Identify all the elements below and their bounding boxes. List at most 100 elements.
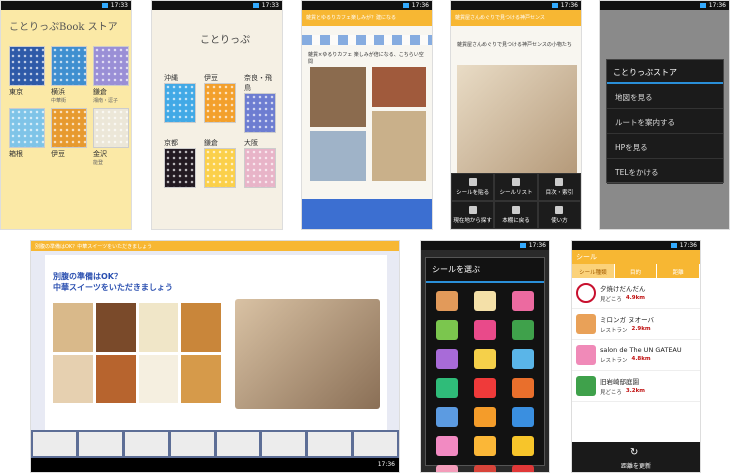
stamp-option[interactable] [474,320,496,340]
book-sub: 中華街 [51,98,67,104]
signal-icon [402,3,409,8]
stamp-option[interactable] [474,436,496,456]
seal-icon [468,178,477,186]
refresh-icon: ↻ [630,447,639,458]
spread-title: 別腹の準備はOK？ 中華スイーツをいただきましょう [53,271,173,293]
menu-item-homepage[interactable]: HPを見る [607,134,723,159]
menu-item-map[interactable]: 地図を見る [607,84,723,109]
refresh-distance-button[interactable]: ↻ 距離を更新 [572,442,700,472]
book-cover [244,148,276,188]
store-book[interactable]: 箱根 [9,108,45,166]
signal-icon [101,3,108,8]
item-distance: 4.9km [625,295,645,301]
stamp-option[interactable] [512,407,534,427]
item-distance: 2.9km [631,326,651,332]
stamp-option[interactable] [474,378,496,398]
stamp-option[interactable] [474,465,496,472]
book-cover [93,46,129,86]
stamp-option[interactable] [512,436,534,456]
store-book[interactable]: 東京 [9,46,45,104]
status-bar: 17:36 [572,241,700,250]
stamp-option[interactable] [436,407,458,427]
signal-icon [519,243,526,248]
help-button[interactable]: 使い方 [537,201,581,229]
book-sub: 能登 [93,160,104,166]
book-label: 鎌倉 [93,88,107,96]
stamp-option[interactable] [512,465,534,472]
article-header: 雑貨屋さんめぐりで見つける神戸センス [451,10,581,26]
toolbar-label: シールを貼る [456,190,490,196]
stamp-option[interactable] [512,349,534,369]
search-location-button[interactable]: 現在地から探す [451,201,495,229]
back-to-shelf-button[interactable]: 本棚に戻る [494,201,538,229]
tab-purpose[interactable]: 目的 [614,264,658,278]
stamp-option[interactable] [474,349,496,369]
seal-icon [576,283,596,303]
seal-list-button[interactable]: シールリスト [494,173,538,201]
article-photo [457,65,577,173]
tab-seal-type[interactable]: シール種類 [572,264,615,278]
stamp-option[interactable] [436,465,458,472]
shelf-book[interactable]: 鎌倉 [204,137,236,188]
food-photo-grid [53,303,221,403]
stamp-option[interactable] [436,378,458,398]
shelf-book[interactable]: 京都 [164,137,196,188]
title-line: 中華スイーツをいただきましょう [53,283,173,292]
store-book[interactable]: 伊豆 [51,108,87,166]
toolbar-label: 使い方 [551,218,568,224]
list-item[interactable]: salon de The UN GATEAU レストラン 4.8km [572,340,700,371]
item-distance: 4.8km [631,356,651,362]
signal-icon [670,243,677,248]
shelf-book[interactable]: 奈良・飛鳥 [244,72,276,133]
store-book[interactable]: 鎌倉 湘南・逗子 [93,46,129,104]
book-label: 奈良・飛鳥 [244,74,272,92]
list-item[interactable]: 夕焼けだんだん 見どころ 4.9km [572,278,700,309]
shelf-book[interactable]: 大阪 [244,137,276,188]
store-book[interactable]: 横浜 中華街 [51,46,87,104]
book-label: 鎌倉 [204,139,218,147]
stamp-option[interactable] [436,349,458,369]
seal-list-screen: 17:36 シール シール種類 目的 距離 夕焼けだんだん 見どころ 4.9km ミ… [571,240,701,473]
stamp-option[interactable] [512,291,534,311]
stick-seal-button[interactable]: シールを貼る [451,173,495,201]
shelf-book[interactable]: 沖縄 [164,72,196,133]
item-name: ミロンガ ヌオーバ [600,316,655,324]
toolbar-label: シールリスト [499,190,533,196]
signal-icon [551,3,558,8]
menu-item-call[interactable]: TELをかける [607,159,723,184]
article-toolbar: シールを貼る シールリスト 目次・索引 現在地から探す 本棚に戻る 使い方 [451,173,581,229]
book-cover [9,108,45,148]
stamp-option[interactable] [436,320,458,340]
stamp-option[interactable] [474,291,496,311]
list-icon [511,178,520,186]
tab-distance[interactable]: 距離 [657,264,700,278]
book-label: 横浜 [51,88,65,96]
book-cover [51,46,87,86]
book-cover [51,108,87,148]
stamp-option[interactable] [512,378,534,398]
index-button[interactable]: 目次・索引 [537,173,581,201]
list-item[interactable]: ミロンガ ヌオーバ レストラン 2.9km [572,309,700,340]
article-title: 雑貨×ゆるりカフェ 楽しみが倍になる、こちらい空間 [308,52,424,65]
stamp-option[interactable] [474,407,496,427]
status-time: 17:36 [708,2,726,9]
menu-title: ことりっぷストア [607,60,723,84]
seal-picker-dialog: シールを選ぶ [425,257,545,472]
book-label: 伊豆 [51,150,65,158]
magazine-spread[interactable]: 別腹の準備はOK？ 中華スイーツをいただきましょう [45,255,387,435]
index-icon [555,178,564,186]
seal-icon [576,314,596,334]
stamp-option[interactable] [436,291,458,311]
stamp-option[interactable] [512,320,534,340]
list-item[interactable]: 旧岩崎邸庭園 見どころ 3.2km [572,371,700,402]
menu-item-route[interactable]: ルートを案内する [607,109,723,134]
page-thumbnails[interactable] [31,430,399,458]
book-label: 金沢 [93,150,107,158]
context-menu-screen: 17:36 ことりっぷストア 地図を見る ルートを案内する HPを見る TELを… [599,0,730,230]
shelf-title: ことりっぷ [200,35,250,46]
status-bar: 17:36 [451,1,581,10]
item-distance: 3.2km [625,388,645,394]
stamp-option[interactable] [436,436,458,456]
store-book[interactable]: 金沢 能登 [93,108,129,166]
shelf-book[interactable]: 伊豆 [204,72,236,133]
